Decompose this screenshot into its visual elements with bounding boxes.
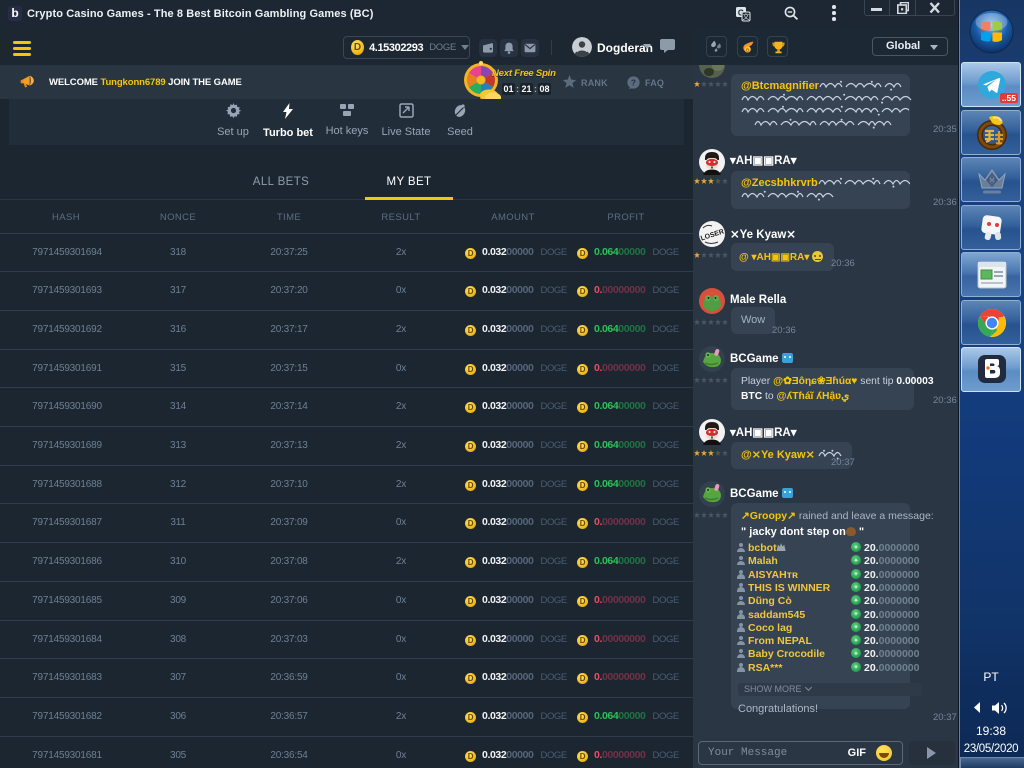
svg-text:?: ? <box>631 78 636 88</box>
svg-text:文: 文 <box>743 12 750 21</box>
svg-text:B: B <box>745 47 749 53</box>
